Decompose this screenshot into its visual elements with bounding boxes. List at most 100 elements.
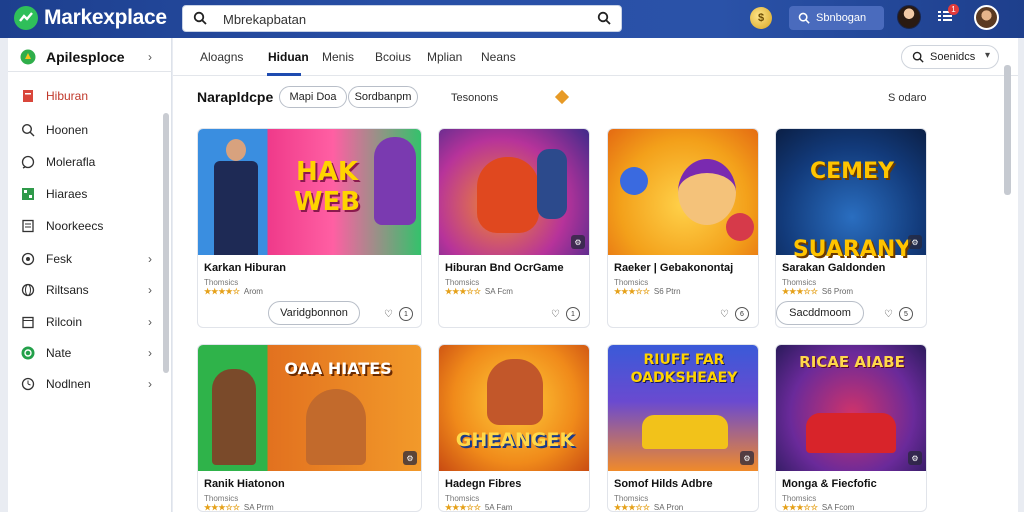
info-icon[interactable]: ⚙ — [571, 235, 585, 249]
filter-text[interactable]: Tesonons — [451, 92, 498, 104]
sidebar-item-nodlnen[interactable]: Nodlnen › — [8, 370, 172, 398]
card-title[interactable]: Raeker | Gebakonontaj — [614, 262, 733, 274]
user-avatar[interactable] — [897, 5, 921, 29]
card-1[interactable]: HAK WEB Karkan Hiburan Thomsics ★★★★☆ Aro… — [197, 128, 422, 328]
card-thumbnail[interactable]: HAK WEB — [198, 129, 421, 255]
count-badge: 1 — [398, 307, 413, 321]
filter-right-label[interactable]: S odaro — [888, 92, 927, 104]
sidebar-item-label: Hiaraes — [46, 187, 88, 201]
card-title[interactable]: Hadegn Fibres — [445, 478, 521, 490]
card-rating: ★★★☆☆ S6 Ptrn — [614, 287, 681, 296]
card-thumbnail[interactable]: GHEANGEK — [439, 345, 589, 471]
cartoon-character — [212, 369, 256, 465]
sidebar-item-hoonen[interactable]: Hoonen — [8, 116, 172, 144]
card-thumbnail[interactable]: RIUFF FAR OADKSHEAEY ⚙ — [608, 345, 758, 471]
card-8[interactable]: RICAE AIABE ⚙ Monga & Fiecfofic Thomsics… — [775, 344, 927, 512]
info-icon[interactable]: ⚙ — [740, 451, 754, 465]
card-title[interactable]: Monga & Fiecfofic — [782, 478, 877, 490]
filter-chip-1[interactable]: Mapi Doa — [279, 86, 347, 108]
card-thumbnail[interactable]: OAA HIATES ⚙ — [198, 345, 421, 471]
tab-neans[interactable]: Neans — [481, 50, 516, 64]
card-rating: ★★★☆☆ SA Fcm — [445, 287, 513, 296]
card-meta: Thomsics — [204, 278, 239, 287]
card-thumbnail[interactable]: RICAE AIABE ⚙ — [776, 345, 926, 471]
card-thumbnail[interactable]: CEMEY SUARANY ⚙ — [776, 129, 926, 262]
heart-icon[interactable]: ♡ — [551, 309, 560, 320]
card-title[interactable]: Karkan Hiburan — [204, 262, 286, 274]
card-action-button[interactable]: Varidgbonnon — [268, 301, 360, 325]
card-rating: ★★★☆☆ 5A Fam — [445, 503, 513, 512]
clock-icon — [20, 376, 36, 392]
heart-icon[interactable]: ♡ — [720, 309, 729, 320]
info-icon[interactable]: ⚙ — [908, 235, 922, 249]
coin-icon[interactable]: $ — [750, 7, 772, 29]
tab-mplian[interactable]: Mplian — [427, 50, 462, 64]
thumbnail-logo-text: GHEANGEK — [455, 429, 575, 451]
card-meta: Thomsics — [204, 494, 239, 503]
thumbnail-logo-text: RICAE AIABE — [799, 353, 905, 371]
search-input[interactable]: Mbrekapbatan — [223, 12, 306, 27]
filter-chip-2[interactable]: Sordbanpm — [348, 86, 418, 108]
card-2[interactable]: ⚙ Hiburan Bnd OcrGame Thomsics ★★★☆☆ SA F… — [438, 128, 590, 328]
sidebar-item-label: Fesk — [46, 252, 73, 266]
card-title[interactable]: Somof Hilds Adbre — [614, 478, 713, 490]
sidebar-item-fesk[interactable]: Fesk › — [8, 245, 172, 273]
card-icons: ♡ 6 — [720, 307, 749, 321]
info-icon[interactable]: ⚙ — [403, 451, 417, 465]
card-meta: Thomsics — [614, 494, 649, 503]
chevron-right-icon: › — [148, 283, 152, 297]
sort-label: Soenidcs — [930, 51, 976, 63]
card-meta: Thomsics — [445, 494, 480, 503]
sidebar-scrollbar[interactable] — [163, 113, 169, 373]
card-4[interactable]: CEMEY SUARANY ⚙ Sarakan Galdonden Thomsi… — [775, 128, 927, 328]
heart-icon[interactable]: ♡ — [384, 309, 393, 320]
profile-avatar[interactable] — [974, 5, 999, 30]
card-7[interactable]: RIUFF FAR OADKSHEAEY ⚙ Somof Hilds Adbre… — [607, 344, 759, 512]
cartoon-character — [477, 157, 539, 233]
main-scrollbar[interactable] — [1004, 65, 1011, 195]
search-bar[interactable]: Mbrekapbatan — [182, 5, 622, 32]
card-meta: Thomsics — [782, 278, 817, 287]
card-title[interactable]: Hiburan Bnd OcrGame — [445, 262, 564, 274]
sidebar-divider — [8, 71, 172, 72]
grid-icon — [20, 186, 36, 202]
card-title[interactable]: Sarakan Galdonden — [782, 262, 885, 274]
card-title[interactable]: Ranik Hiatonon — [204, 478, 285, 490]
sidebar-item-rilcoin[interactable]: Rilcoin › — [8, 308, 172, 336]
tab-menis[interactable]: Menis — [322, 50, 354, 64]
sidebar-item-riltsans[interactable]: Riltsans › — [8, 276, 172, 304]
info-icon[interactable]: ⚙ — [908, 451, 922, 465]
sidebar-item-molerafla[interactable]: Molerafla — [8, 148, 172, 176]
sidebar-item-apilesploce[interactable]: Apilesploce › — [8, 43, 172, 71]
search-submit-icon[interactable] — [597, 11, 611, 30]
tab-bcoius[interactable]: Bcoius — [375, 50, 411, 64]
sidebar-item-label: Nodlnen — [46, 377, 91, 391]
sidebar-item-hiaraes[interactable]: Hiaraes — [8, 180, 172, 208]
sort-dropdown[interactable]: Soenidcs ▾ — [901, 45, 999, 69]
card-3[interactable]: Raeker | Gebakonontaj Thomsics ★★★☆☆ S6 P… — [607, 128, 759, 328]
top-button-label: Sbnbogan — [816, 12, 867, 24]
card-meta: Thomsics — [445, 278, 480, 287]
top-search-button[interactable]: Sbnbogan — [789, 6, 884, 30]
tab-bar: Aloagns Hiduan Menis Bcoius Mplian Neans… — [173, 38, 1018, 76]
chevron-right-icon: › — [148, 315, 152, 329]
sidebar-item-noorkeecs[interactable]: Noorkeecs — [8, 212, 172, 240]
card-action-button[interactable]: Sacddmoom — [776, 301, 864, 325]
heart-icon[interactable]: ♡ — [884, 309, 893, 320]
card-thumbnail[interactable] — [608, 129, 758, 255]
card-rating: ★★★☆☆ SA Fcom — [782, 503, 855, 512]
thumbnail-logo-text: HAK WEB — [293, 157, 361, 217]
notifications-icon[interactable]: 1 — [937, 4, 959, 26]
count-badge: 1 — [565, 307, 580, 321]
card-5[interactable]: OAA HIATES ⚙ Ranik Hiatonon Thomsics ★★★… — [197, 344, 422, 512]
sidebar-item-nate[interactable]: Nate › — [8, 339, 172, 367]
tab-aloagns[interactable]: Aloagns — [200, 50, 243, 64]
card-6[interactable]: GHEANGEK Hadegn Fibres Thomsics ★★★☆☆ 5A … — [438, 344, 590, 512]
chevron-right-icon: › — [148, 252, 152, 266]
card-thumbnail[interactable]: ⚙ — [439, 129, 589, 255]
active-tab-indicator — [267, 73, 301, 76]
brand[interactable]: Markexplace — [14, 6, 167, 30]
tab-hiduan[interactable]: Hiduan — [268, 50, 309, 64]
sidebar-item-hiburan[interactable]: Hiburan — [8, 82, 172, 110]
sidebar-item-label: Molerafla — [46, 155, 96, 169]
